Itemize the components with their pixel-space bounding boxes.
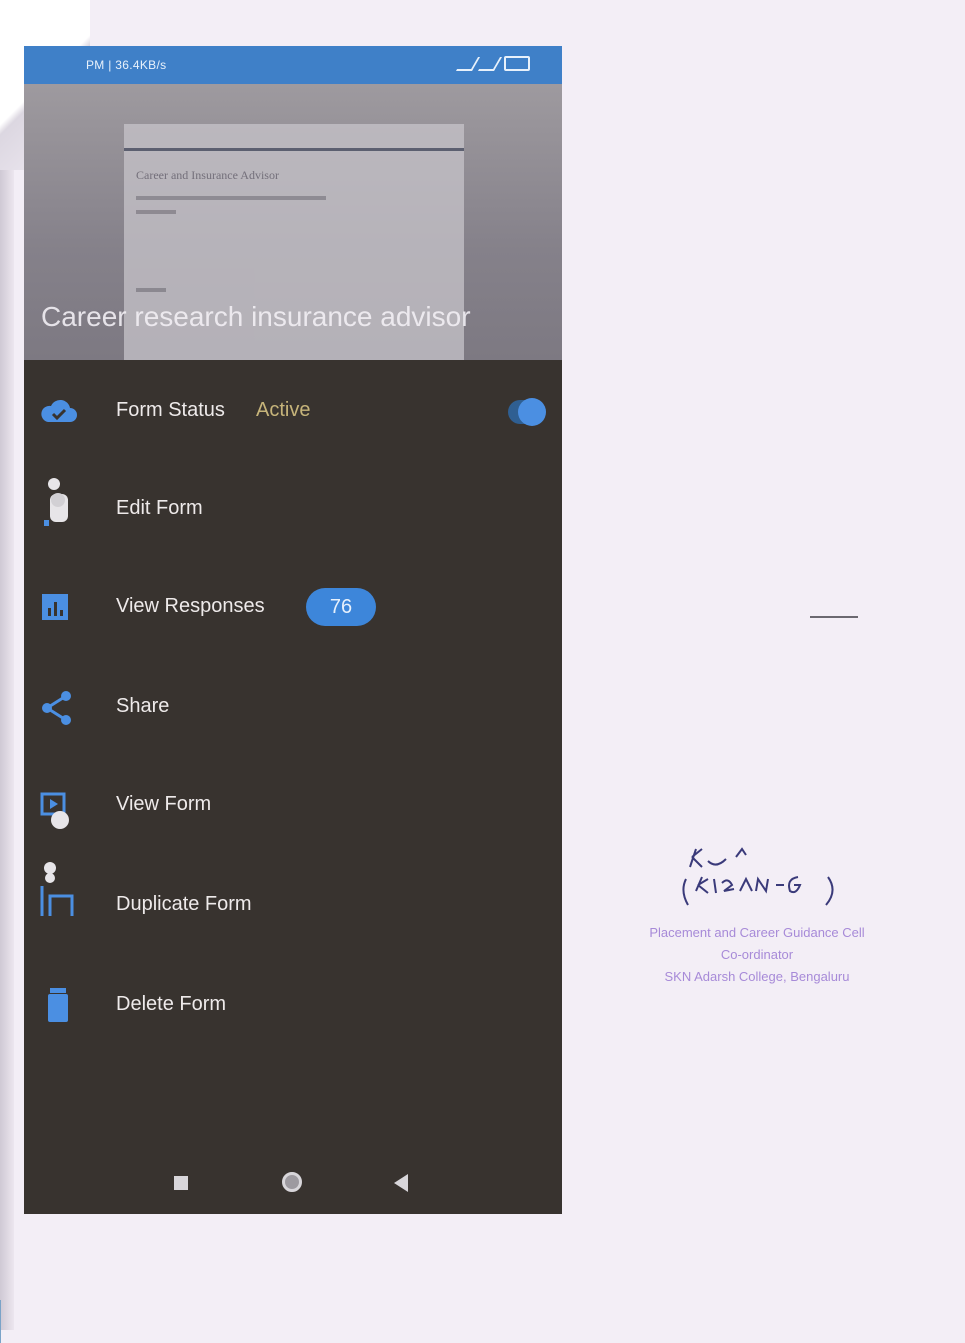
copy-icon: [40, 862, 74, 916]
menu-label: Share: [116, 695, 170, 717]
menu-item-share[interactable]: Share: [24, 676, 562, 736]
menu-label: Delete Form: [116, 993, 227, 1015]
preview-line: [136, 288, 166, 292]
menu-item-view-responses[interactable]: View Responses 76: [24, 576, 562, 636]
phone-screenshot: PM | 36.4KB/s Career and Insurance Advis…: [24, 46, 562, 1214]
menu-label: View Responses: [116, 595, 265, 617]
preview-line: [136, 210, 176, 214]
status-bar: PM | 36.4KB/s: [24, 46, 562, 84]
menu-item-view-form[interactable]: View Form: [24, 774, 562, 834]
android-nav-bar: [24, 1146, 562, 1214]
battery-icon: [504, 56, 530, 71]
menu-label: Duplicate Form: [116, 893, 252, 915]
edit-icon: [44, 478, 68, 526]
paper-edge: [0, 170, 14, 1330]
cloud-check-icon: [41, 399, 77, 422]
menu-item-duplicate-form[interactable]: Duplicate Form: [24, 862, 562, 934]
preview-heading: Career and Insurance Advisor: [136, 168, 279, 182]
recents-button[interactable]: [174, 1176, 188, 1190]
back-button[interactable]: [394, 1174, 408, 1192]
status-icons: [455, 56, 530, 71]
preview-line: [136, 196, 326, 200]
bar-chart-icon: [42, 594, 68, 620]
handwritten-signature: [682, 847, 834, 906]
responses-count-badge: 76: [306, 588, 376, 626]
menu-label: View Form: [116, 793, 212, 815]
paper-edge: [0, 1300, 13, 1343]
status-badge: Active: [256, 399, 311, 421]
status-text: PM | 36.4KB/s: [86, 58, 167, 72]
form-title: Career research insurance advisor: [41, 301, 471, 332]
signal-icon: [477, 56, 503, 71]
signal-icon: [455, 56, 481, 71]
stamp-line-role: Co-ordinator: [720, 947, 794, 962]
share-icon: [42, 691, 71, 725]
paper-mark: [810, 616, 858, 618]
menu-item-delete-form[interactable]: Delete Form: [24, 974, 562, 1034]
menu-label: Edit Form: [116, 497, 203, 519]
preview-icon: [40, 792, 69, 829]
menu-item-form-status[interactable]: Form Status Active: [24, 380, 562, 440]
menu-label: Form Status: [116, 399, 225, 421]
stamp-line-institution: SKN Adarsh College, Bengaluru: [664, 969, 850, 984]
preview-strip: [124, 148, 464, 151]
toggle-knob: [518, 398, 546, 426]
home-button[interactable]: [282, 1172, 302, 1192]
form-status-toggle[interactable]: [508, 398, 546, 426]
menu-item-edit-form[interactable]: Edit Form: [24, 478, 562, 538]
stamp-line-title: Placement and Career Guidance Cell: [649, 925, 865, 940]
trash-icon: [48, 988, 68, 1022]
form-header: Career and Insurance Advisor Career rese…: [24, 84, 562, 360]
